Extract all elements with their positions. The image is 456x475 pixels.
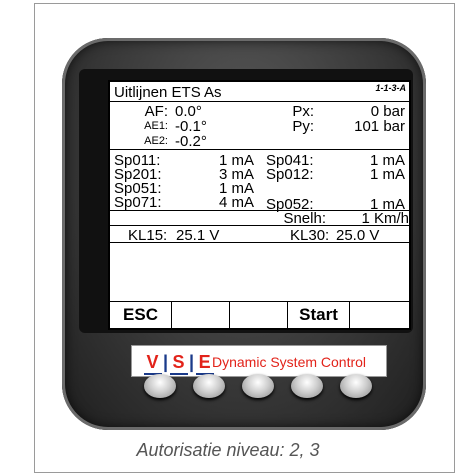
- af-label: AF:: [144, 103, 168, 120]
- ae2-value: -0.2°: [175, 133, 207, 150]
- hardware-button-4[interactable]: [291, 374, 323, 398]
- logo-letter-s: S: [170, 352, 189, 375]
- hardware-button-3[interactable]: [242, 374, 274, 398]
- py-label: Py:: [292, 118, 314, 135]
- divider-3: [110, 225, 409, 226]
- softkey-3[interactable]: [230, 302, 288, 328]
- start-softkey[interactable]: Start: [288, 302, 350, 328]
- title-divider: [110, 101, 409, 102]
- brand-logo: V | S | E Dynamic System Control: [131, 345, 387, 377]
- ae2-label: AE2:: [144, 135, 168, 147]
- screen-title: Uitlijnen ETS As: [114, 84, 222, 101]
- softkey-5[interactable]: [350, 302, 409, 328]
- logo-letter-v: V: [144, 352, 162, 375]
- ae1-label: AE1:: [144, 120, 168, 132]
- vse-logo-mark: V | S | E: [144, 352, 215, 375]
- hardware-button-2[interactable]: [193, 374, 225, 398]
- figure-caption: Autorisatie niveau: 2, 3: [136, 440, 320, 460]
- brand-name: Dynamic System Control: [212, 354, 367, 370]
- esc-softkey[interactable]: ESC: [110, 302, 172, 328]
- sensor-value: 4 mA: [218, 194, 254, 211]
- hardware-button-1[interactable]: [144, 374, 176, 398]
- sensor-value: 1 mA: [369, 166, 405, 183]
- sensor-label: Sp012:: [266, 166, 314, 183]
- py-value: 101 bar: [354, 118, 405, 135]
- softkey-bar: ESC Start: [110, 301, 409, 328]
- display-screen: Uitlijnen ETS As 1-1-3-A AF: 0.0° AE1: -…: [108, 80, 411, 330]
- divider-1: [110, 149, 409, 150]
- screen-code: 1-1-3-A: [375, 83, 406, 93]
- sensor-label: Sp071:: [114, 194, 162, 211]
- hardware-button-5[interactable]: [340, 374, 372, 398]
- softkey-2[interactable]: [172, 302, 230, 328]
- divider-4: [110, 242, 409, 243]
